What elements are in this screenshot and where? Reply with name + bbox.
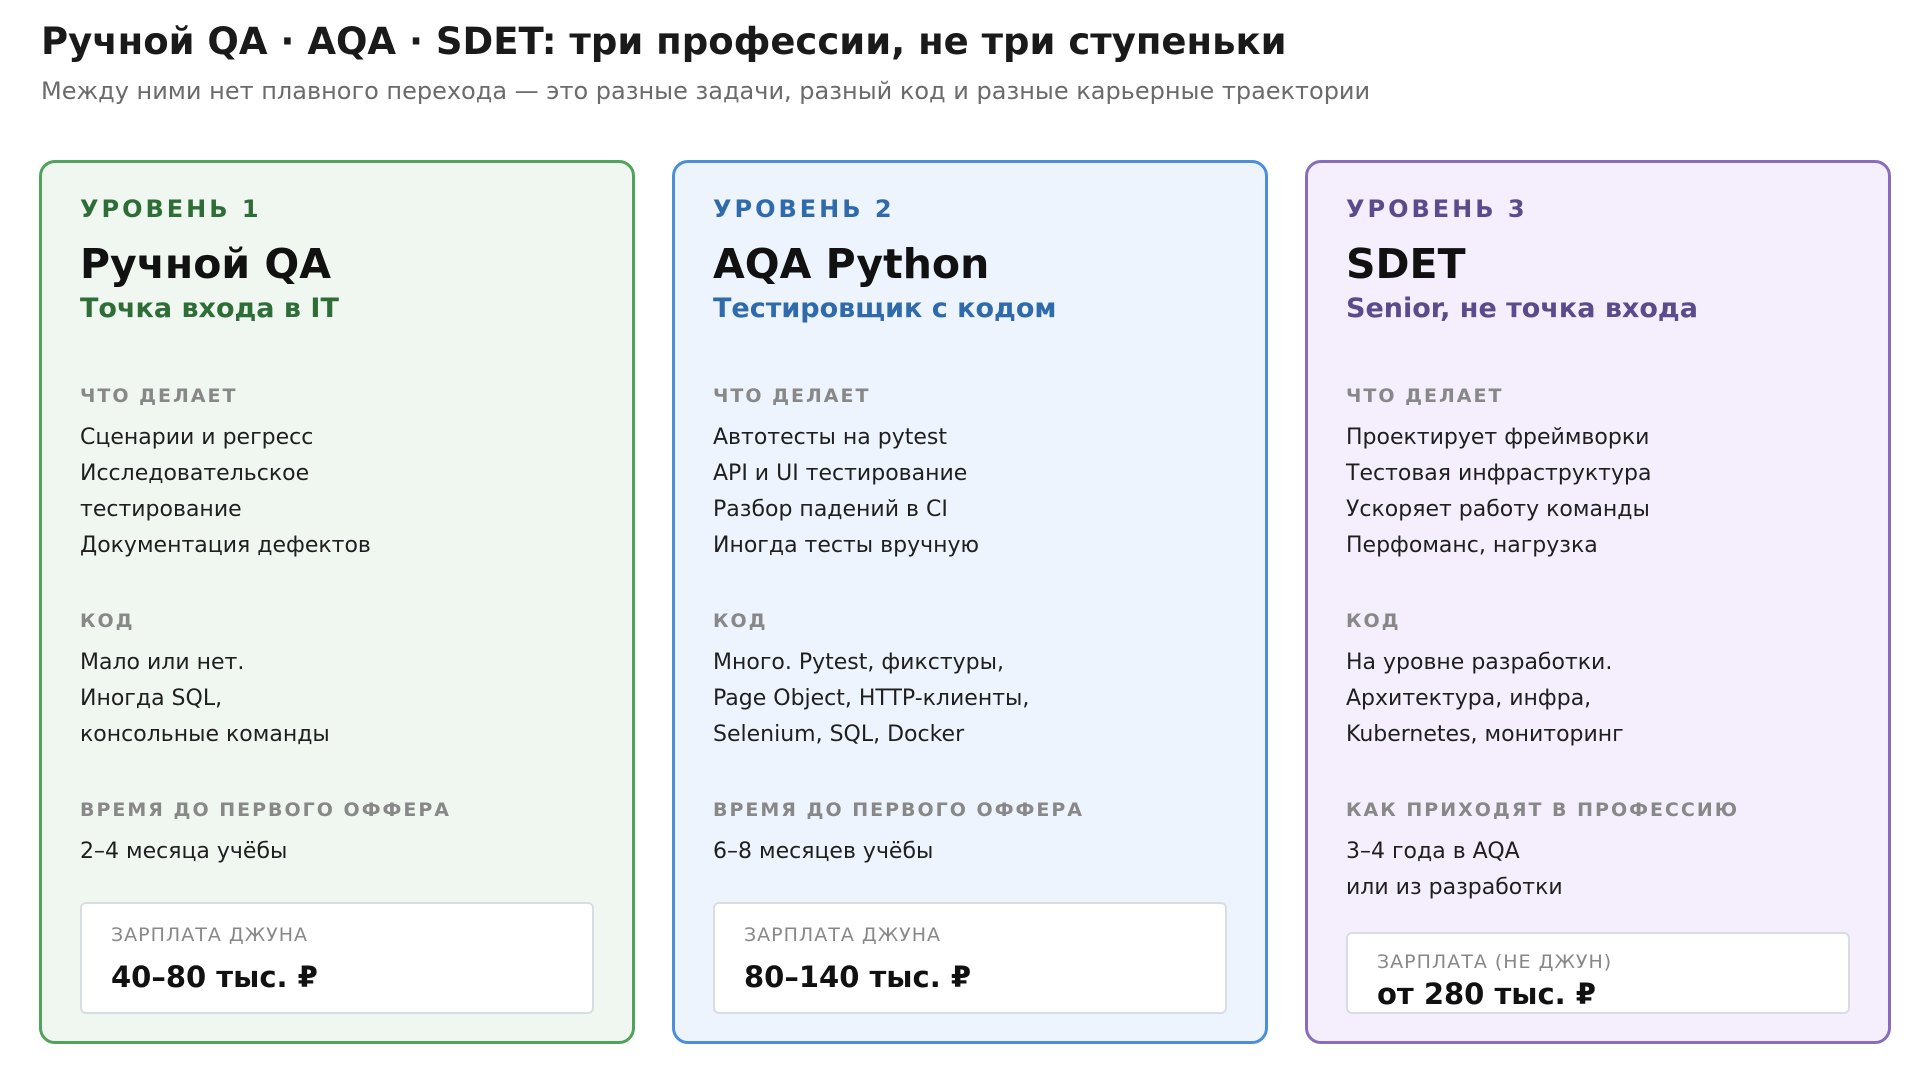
code-item: На уровне разработки. (1346, 650, 1613, 675)
role-title: SDET (1346, 240, 1466, 288)
code-item: Kubernetes, мониторинг (1346, 722, 1624, 747)
card-manual-qa: УРОВЕНЬ 1 Ручной QA Точка входа в IT ЧТО… (39, 160, 635, 1044)
section-label-code: КОД (80, 610, 135, 632)
code-item: Иногда SQL, (80, 686, 223, 711)
code-item: Архитектура, инфра, (1346, 686, 1592, 711)
does-item: Разбор падений в CI (713, 497, 948, 522)
level-label: УРОВЕНЬ 2 (713, 195, 895, 223)
section-label-does: ЧТО ДЕЛАЕТ (713, 385, 871, 407)
card-aqa-python: УРОВЕНЬ 2 AQA Python Тестировщик с кодом… (672, 160, 1268, 1044)
does-list: Сценарии и регресс Исследовательское тес… (80, 420, 371, 564)
card-sdet: УРОВЕНЬ 3 SDET Senior, не точка входа ЧТ… (1305, 160, 1891, 1044)
code-item: Selenium, SQL, Docker (713, 722, 965, 747)
does-item: API и UI тестирование (713, 461, 968, 486)
does-list: Автотесты на pytest API и UI тестировани… (713, 420, 979, 564)
salary-box: ЗАРПЛАТА ДЖУНА 80–140 тыс. ₽ (713, 902, 1227, 1014)
salary-value: 80–140 тыс. ₽ (744, 960, 972, 994)
role-title: Ручной QA (80, 240, 332, 288)
section-label-time: ВРЕМЯ ДО ПЕРВОГО ОФФЕРА (80, 799, 451, 821)
time-list: 6–8 месяцев учёбы (713, 834, 933, 870)
section-label-entry: КАК ПРИХОДЯТ В ПРОФЕССИЮ (1346, 799, 1740, 821)
entry-item: или из разработки (1346, 875, 1563, 900)
role-title: AQA Python (713, 240, 990, 288)
section-label-does: ЧТО ДЕЛАЕТ (80, 385, 238, 407)
does-item: тестирование (80, 497, 242, 522)
salary-value: от 280 тыс. ₽ (1377, 977, 1596, 1011)
level-label: УРОВЕНЬ 1 (80, 195, 262, 223)
entry-item: 3–4 года в AQA (1346, 839, 1520, 864)
role-tagline: Точка входа в IT (80, 293, 339, 324)
code-list: Мало или нет. Иногда SQL, консольные ком… (80, 645, 330, 753)
salary-box: ЗАРПЛАТА (НЕ ДЖУН) от 280 тыс. ₽ (1346, 932, 1850, 1014)
does-item: Иногда тесты вручную (713, 533, 980, 558)
time-list: 2–4 месяца учёбы (80, 834, 287, 870)
does-list: Проектирует фреймворки Тестовая инфрастр… (1346, 420, 1651, 564)
does-item: Документация дефектов (80, 533, 371, 558)
time-item: 2–4 месяца учёбы (80, 839, 288, 864)
code-item: Мало или нет. (80, 650, 245, 675)
section-label-time: ВРЕМЯ ДО ПЕРВОГО ОФФЕРА (713, 799, 1084, 821)
code-list: Много. Pytest, фикстуры, Page Object, HT… (713, 645, 1029, 753)
does-item: Сценарии и регресс (80, 425, 314, 450)
code-list: На уровне разработки. Архитектура, инфра… (1346, 645, 1624, 753)
section-label-code: КОД (713, 610, 768, 632)
level-label: УРОВЕНЬ 3 (1346, 195, 1528, 223)
salary-label: ЗАРПЛАТА ДЖУНА (744, 924, 942, 946)
salary-label: ЗАРПЛАТА ДЖУНА (111, 924, 309, 946)
does-item: Перфоманс, нагрузка (1346, 533, 1598, 558)
code-item: Много. Pytest, фикстуры, (713, 650, 1005, 675)
section-label-does: ЧТО ДЕЛАЕТ (1346, 385, 1504, 407)
does-item: Исследовательское (80, 461, 310, 486)
salary-value: 40–80 тыс. ₽ (111, 960, 318, 994)
salary-box: ЗАРПЛАТА ДЖУНА 40–80 тыс. ₽ (80, 902, 594, 1014)
does-item: Ускоряет работу команды (1346, 497, 1650, 522)
does-item: Тестовая инфраструктура (1346, 461, 1652, 486)
page-title: Ручной QA · AQA · SDET: три профессии, н… (41, 20, 1287, 63)
code-item: консольные команды (80, 722, 330, 747)
section-label-code: КОД (1346, 610, 1401, 632)
role-tagline: Тестировщик с кодом (713, 293, 1057, 324)
role-tagline: Senior, не точка входа (1346, 293, 1698, 324)
entry-list: 3–4 года в AQA или из разработки (1346, 834, 1563, 906)
does-item: Автотесты на pytest (713, 425, 948, 450)
time-item: 6–8 месяцев учёбы (713, 839, 934, 864)
salary-label: ЗАРПЛАТА (НЕ ДЖУН) (1377, 951, 1613, 973)
does-item: Проектирует фреймворки (1346, 425, 1650, 450)
page-subtitle: Между ними нет плавного перехода — это р… (41, 77, 1371, 105)
code-item: Page Object, HTTP-клиенты, (713, 686, 1030, 711)
